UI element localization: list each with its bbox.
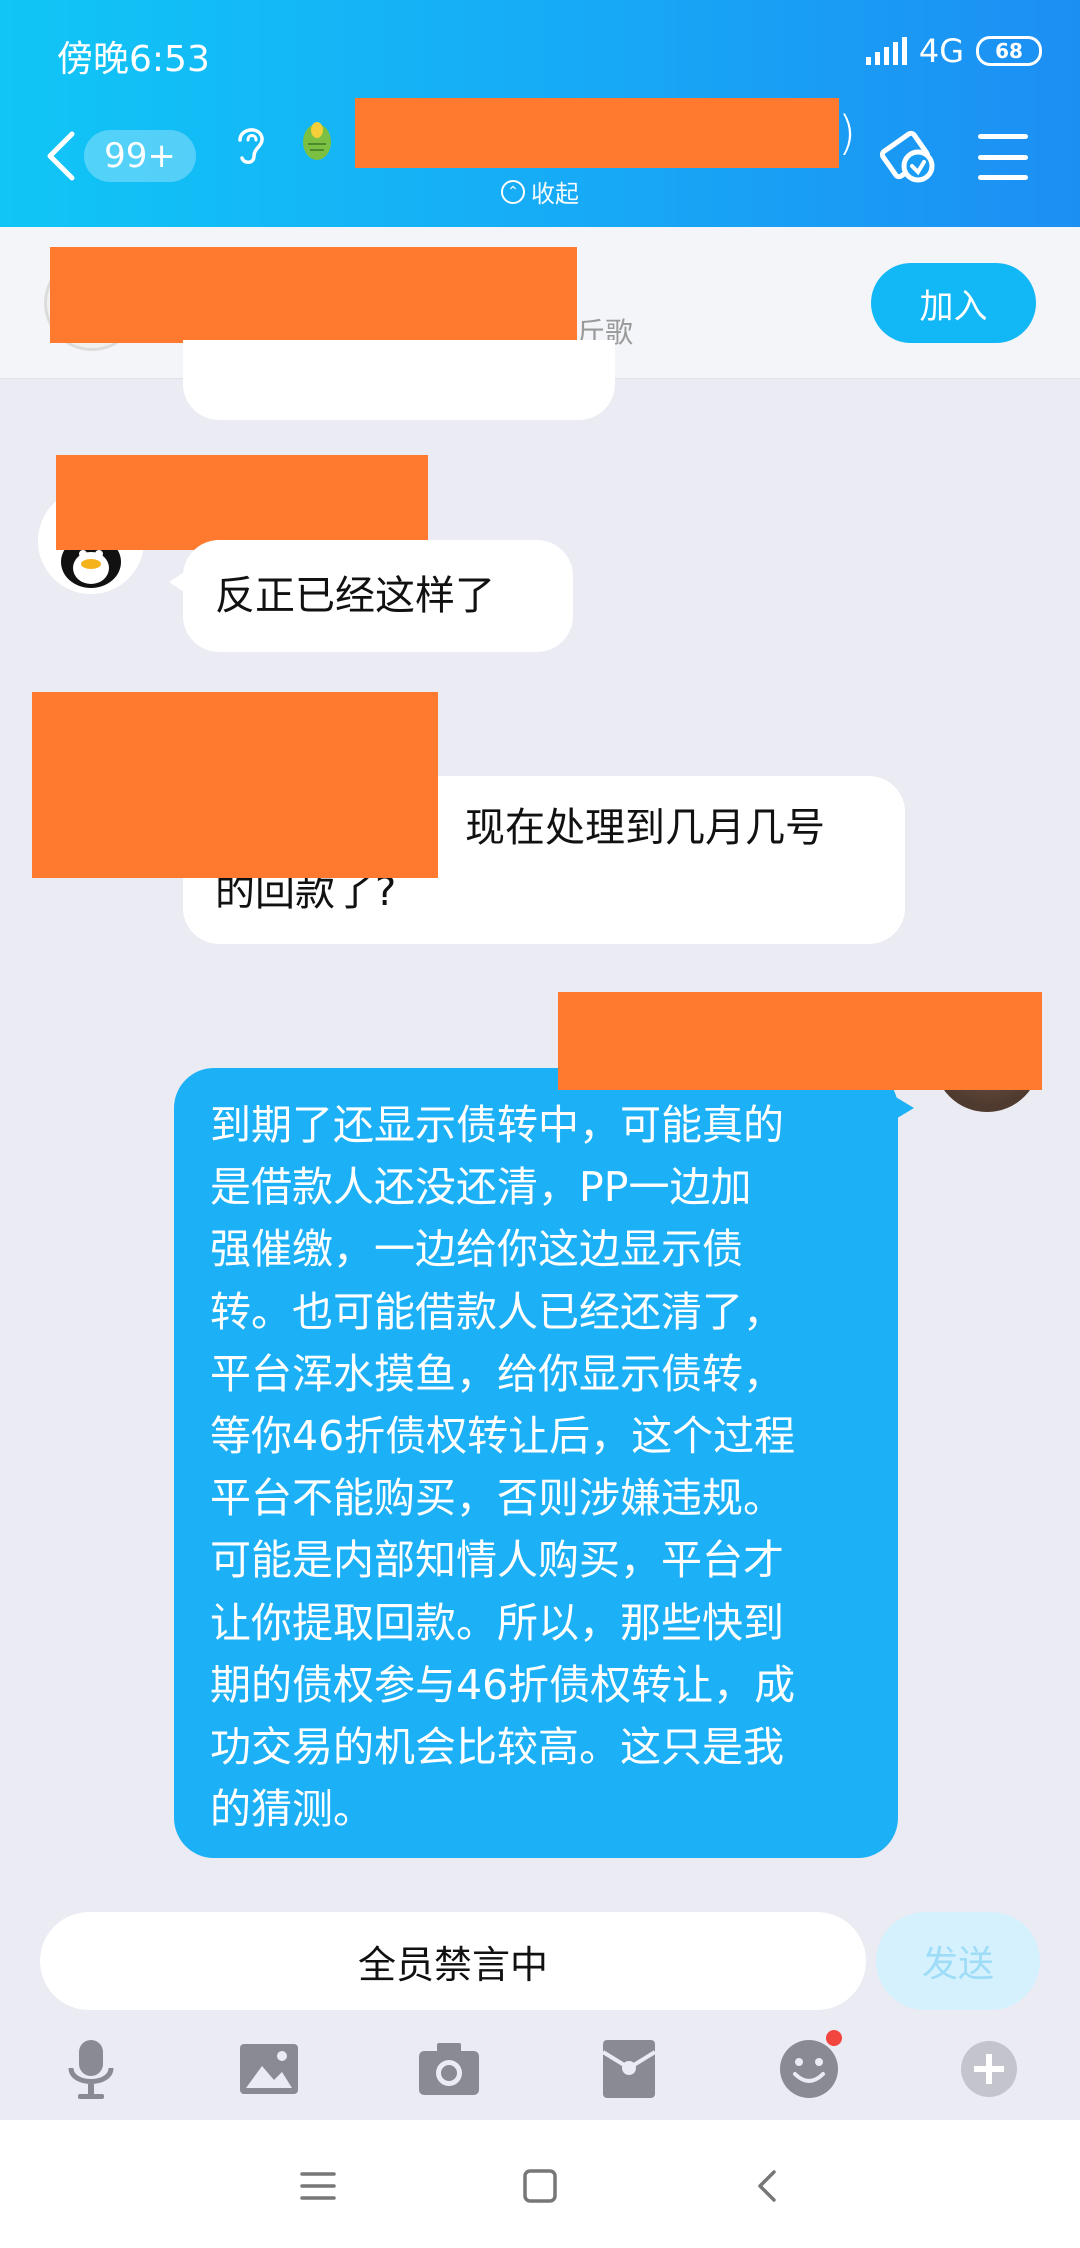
message-text-line: 期的债权参与46折债权转让，成 bbox=[210, 1660, 796, 1709]
emoji-icon[interactable] bbox=[774, 2030, 844, 2104]
red-packet-icon[interactable] bbox=[594, 2034, 664, 2104]
collapse-label: 收起 bbox=[531, 180, 579, 208]
system-navigation-bar bbox=[0, 2120, 1080, 2248]
share-screen-icon[interactable] bbox=[874, 126, 944, 190]
notification-dot bbox=[826, 2030, 842, 2046]
recents-menu-icon[interactable] bbox=[296, 2164, 340, 2208]
message-text-line: 功交易的机会比较高。这只是我 bbox=[210, 1723, 784, 1772]
sender-redacted bbox=[32, 692, 438, 878]
home-square-icon[interactable] bbox=[518, 2164, 562, 2208]
message-text-line: 到期了还显示债转中，可能真的 bbox=[210, 1101, 784, 1149]
back-triangle-icon[interactable] bbox=[746, 2164, 790, 2208]
message-text-line: 强催缴，一边给你这边显示债 bbox=[210, 1225, 743, 1274]
ear-icon[interactable] bbox=[232, 120, 268, 168]
network-type: 4G bbox=[918, 32, 964, 70]
input-toolbar bbox=[0, 2030, 1080, 2114]
send-button[interactable]: 发送 bbox=[876, 1912, 1040, 2010]
chat-header: 傍晚6:53 4G 68 99+ ) ⌃ 收起 bbox=[0, 0, 1080, 227]
message-text-line: 是借款人还没还清，PP一边加 bbox=[210, 1163, 752, 1212]
message-text-line: 可能是内部知情人购买，平台才 bbox=[210, 1536, 784, 1585]
message-text-line: 转。也可能借款人已经还清了， bbox=[210, 1287, 784, 1336]
group-title-suffix: ) bbox=[838, 106, 856, 160]
group-title-redacted bbox=[355, 98, 839, 168]
message-text: 反正已经这样了 bbox=[215, 573, 495, 619]
menu-icon[interactable] bbox=[978, 134, 1028, 180]
plus-icon[interactable] bbox=[954, 2034, 1024, 2104]
banner-text-redacted bbox=[50, 247, 577, 343]
signal-icon bbox=[865, 37, 907, 65]
message-input[interactable]: 全员禁言中 bbox=[40, 1912, 866, 2010]
message-text-line: 让你提取回款。所以，那些快到 bbox=[210, 1598, 784, 1647]
status-icons: 4G 68 bbox=[865, 32, 1042, 70]
group-level-icon bbox=[303, 122, 331, 160]
status-time: 傍晚6:53 bbox=[57, 39, 210, 80]
message-outgoing: 到期了还显示债转中，可能真的 是借款人还没还清，PP一边加 强催缴，一边给你这边… bbox=[174, 1068, 914, 1858]
image-icon[interactable] bbox=[234, 2034, 304, 2104]
message-text-line: 平台浑水摸鱼，给你显示债转， bbox=[210, 1349, 784, 1398]
chevron-up-icon: ⌃ bbox=[501, 179, 525, 204]
battery-icon: 68 bbox=[976, 36, 1042, 66]
message-text-line: 等你46折债权转让后，这个过程 bbox=[210, 1412, 796, 1461]
message-incoming: 反正已经这样了 bbox=[169, 540, 573, 652]
message-text-line: 的猜测。 bbox=[210, 1785, 374, 1834]
message-text-line: 平台不能购买，否则涉嫌违规。 bbox=[210, 1474, 784, 1523]
microphone-icon[interactable] bbox=[56, 2034, 126, 2104]
sender-name-redacted bbox=[56, 455, 428, 550]
message-bubble-partial bbox=[183, 340, 615, 420]
input-area: 全员禁言中 发送 bbox=[0, 1886, 1080, 2119]
camera-icon[interactable] bbox=[414, 2034, 484, 2104]
sender-name-redacted bbox=[558, 992, 1042, 1090]
join-button[interactable]: 加入 bbox=[871, 263, 1036, 343]
